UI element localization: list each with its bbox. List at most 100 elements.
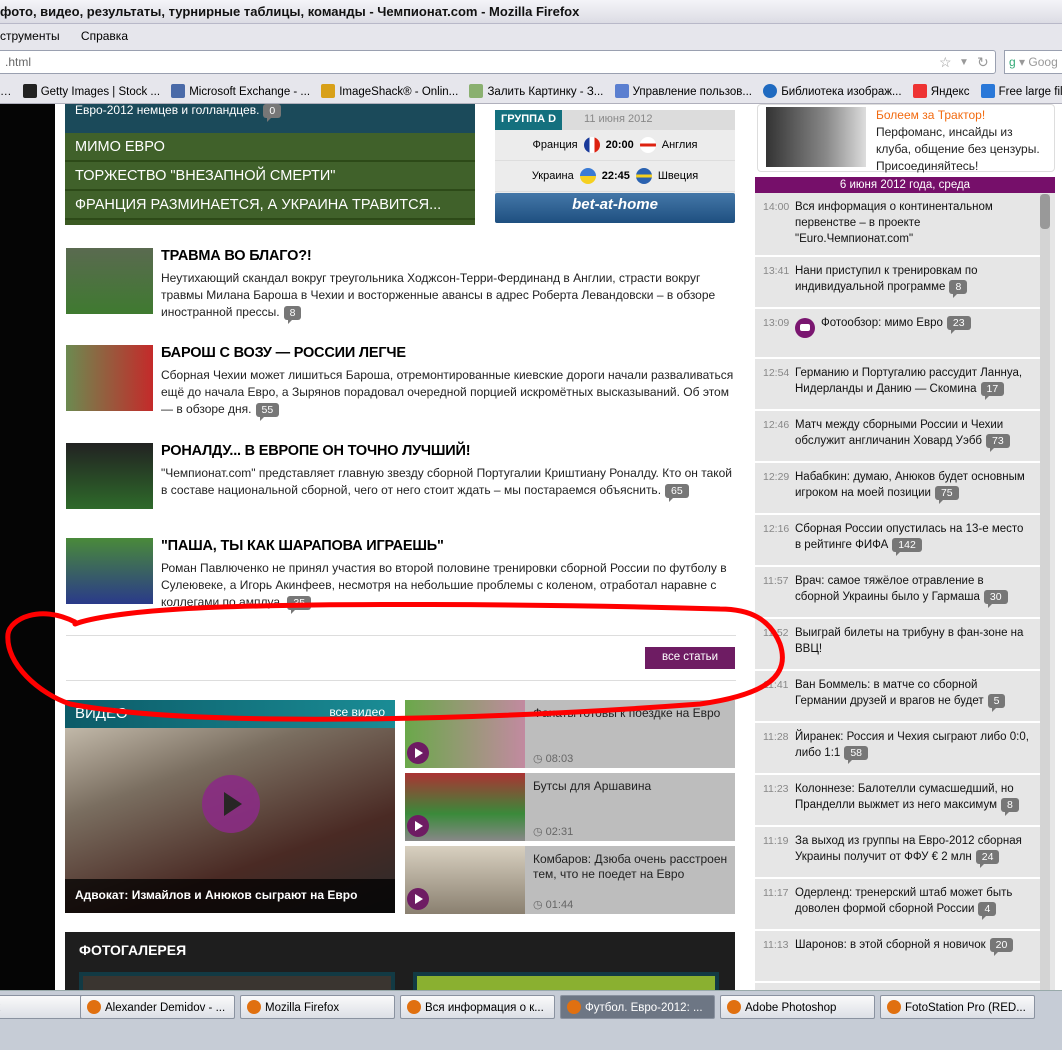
search-input[interactable]: g ▾ Goog	[1004, 50, 1062, 74]
feed-item[interactable]: 12:46 Матч между сборными России и Чехии …	[755, 411, 1040, 463]
comment-count-badge[interactable]: 8	[283, 306, 302, 324]
feed-headline[interactable]: Выиграй билеты на трибуну в фан-зоне на …	[795, 627, 1023, 655]
promo-image[interactable]	[766, 107, 866, 167]
promo-link[interactable]: Болеем за Трактор!	[876, 108, 985, 122]
group-label[interactable]: ГРУППА D	[495, 110, 563, 130]
comment-count-badge[interactable]: 58	[844, 746, 868, 764]
bookmark-zalit[interactable]: Залить Картинку - З...	[469, 84, 603, 98]
feed-scrollbar[interactable]	[1040, 194, 1050, 990]
gallery-photo[interactable]	[413, 972, 719, 990]
comment-count-badge[interactable]: 4	[978, 902, 997, 920]
article-thumbnail[interactable]	[66, 443, 153, 509]
taskbar-button[interactable]: Adobe Photoshop	[720, 995, 875, 1019]
feed-item[interactable]: 11:17 Одерленд: тренерский штаб может быт…	[755, 879, 1040, 931]
bookmark-getty[interactable]: Getty Images | Stock ...	[22, 84, 160, 98]
comment-count-badge[interactable]: 8	[949, 280, 968, 298]
comment-count-badge[interactable]: 142	[892, 538, 922, 556]
article-title[interactable]: ТРАВМА ВО БЛАГО?!	[161, 248, 736, 264]
comment-count-badge[interactable]: 8	[1001, 798, 1019, 816]
taskbar-button[interactable]: Alexander Demidov - ...	[80, 995, 235, 1019]
comment-count-badge[interactable]: 20	[989, 938, 1014, 956]
history-dropdown-icon[interactable]: ▼	[959, 57, 969, 68]
comment-count-badge[interactable]: 23	[946, 316, 971, 334]
feed-headline[interactable]: Колоннезе: Балотелли сумасшедший, но Пра…	[795, 783, 1014, 811]
bookmark-imageshack[interactable]: ImageShack® - Onlin...	[321, 84, 458, 98]
feed-item[interactable]: 11:19 За выход из группы на Евро-2012 сбо…	[755, 827, 1040, 879]
match-row[interactable]: Украина 22:45 Швеция	[495, 161, 735, 192]
taskbar-button[interactable]: Вся информация о к...	[400, 995, 555, 1019]
article-item[interactable]: ТРАВМА ВО БЛАГО?! Неутихающий скандал вок…	[66, 248, 736, 324]
menu-help[interactable]: Справка	[81, 29, 128, 43]
all-articles-button[interactable]: все статьи	[645, 647, 735, 669]
taskbar-button[interactable]: Mozilla Firefox	[240, 995, 395, 1019]
feed-headline[interactable]: Фотообзор: мимо Евро	[821, 317, 943, 329]
bookmark-exchange[interactable]: Microsoft Exchange - ...	[171, 84, 310, 98]
match-row[interactable]: Франция 20:00 Англия	[495, 130, 735, 161]
video-title[interactable]: Комбаров: Дзюба очень расстроен тем, что…	[533, 852, 729, 882]
feed-headline[interactable]: Врач: самое тяжёлое отравление в сборной…	[795, 575, 984, 603]
video-item[interactable]: Комбаров: Дзюба очень расстроен тем, что…	[405, 846, 735, 914]
article-thumbnail[interactable]	[66, 538, 153, 604]
taskbar-button[interactable]: FotoStation Pro (RED...	[880, 995, 1035, 1019]
feed-item[interactable]: 11:52 Выиграй билеты на трибуну в фан-зон…	[755, 619, 1040, 671]
comment-count-badge[interactable]: 65	[665, 484, 689, 502]
video-item[interactable]: Бутсы для Аршавина ◷ 02:31	[405, 773, 735, 841]
article-thumbnail[interactable]	[66, 345, 153, 411]
article-title[interactable]: "ПАША, ТЫ КАК ШАРАПОВА ИГРАЕШЬ"	[161, 538, 736, 554]
comment-count-badge[interactable]: 0	[263, 104, 282, 122]
comment-count-badge[interactable]: 30	[983, 590, 1008, 608]
comment-count-badge[interactable]: 24	[975, 850, 1000, 868]
scrollbar-thumb[interactable]	[1040, 194, 1050, 229]
main-video[interactable]: ВИДЕО все видео Адвокат: Измайлов и Анюко…	[65, 700, 395, 913]
promo-block[interactable]: Болеем за Трактор! Перфоманс, инсайды из…	[757, 104, 1055, 173]
video-item[interactable]: Фанаты готовы к поездке на Евро ◷ 08:03	[405, 700, 735, 768]
feed-item[interactable]: 14:00 Вся информация о континентальном пе…	[755, 193, 1040, 257]
feed-item[interactable]: 13:09 Фотообзор: мимо Евро 23	[755, 309, 1040, 359]
bookmark-library[interactable]: Библиотека изображ...	[763, 84, 902, 98]
comment-count-badge[interactable]: 75	[934, 486, 959, 504]
play-icon[interactable]	[202, 775, 260, 833]
article-title[interactable]: РОНАЛДУ... В ЕВРОПЕ ОН ТОЧНО ЛУЧШИЙ!	[161, 443, 736, 459]
feed-headline[interactable]: Йиранек: Россия и Чехия сыграют либо 0:0…	[795, 731, 1029, 759]
featured-link[interactable]: ФРАНЦИЯ РАЗМИНАЕТСЯ, А УКРАИНА ТРАВИТСЯ.…	[65, 191, 475, 220]
feed-item[interactable]: 12:16 Сборная России опустилась на 13-е м…	[755, 515, 1040, 567]
article-item[interactable]: БАРОШ С ВОЗУ — РОССИИ ЛЕГЧЕ Сборная Чехии…	[66, 345, 736, 421]
feed-item[interactable]: 11:41 Ван Боммель: в матче со сборной Гер…	[755, 671, 1040, 723]
feed-item[interactable]: 11:28 Йиранек: Россия и Чехия сыграют либ…	[755, 723, 1040, 775]
feed-headline[interactable]: Матч между сборными России и Чехии обслу…	[795, 419, 1003, 447]
all-videos-link[interactable]: все видео	[329, 705, 385, 723]
feed-item[interactable]: 11:57 Врач: самое тяжёлое отравление в сб…	[755, 567, 1040, 619]
bookmark-star-icon[interactable]: ☆	[939, 54, 952, 71]
feed-headline[interactable]: Набабкин: думаю, Анюков будет основным и…	[795, 471, 1025, 499]
article-item[interactable]: РОНАЛДУ... В ЕВРОПЕ ОН ТОЧНО ЛУЧШИЙ! "Чем…	[66, 443, 736, 509]
play-icon[interactable]	[407, 815, 429, 837]
article-thumbnail[interactable]	[66, 248, 153, 314]
feed-headline[interactable]: Ван Боммель: в матче со сборной Германии…	[795, 679, 984, 707]
taskbar-button[interactable]: Футбол. Евро-2012: ...	[560, 995, 715, 1019]
video-title[interactable]: Фанаты готовы к поездке на Евро	[533, 706, 729, 721]
feed-headline[interactable]: Вся информация о континентальном первенс…	[795, 201, 993, 245]
article-title[interactable]: БАРОШ С ВОЗУ — РОССИИ ЛЕГЧЕ	[161, 345, 736, 361]
comment-count-badge[interactable]: 5	[987, 694, 1006, 712]
featured-link[interactable]: МИМО ЕВРО	[65, 133, 475, 162]
bookmark-yandex[interactable]: Яндекс	[912, 84, 969, 98]
comment-count-badge[interactable]: 35	[287, 596, 312, 614]
feed-item[interactable]: 11:23 Колоннезе: Балотелли сумасшедший, н…	[755, 775, 1040, 827]
video-title[interactable]: Бутсы для Аршавина	[533, 779, 729, 794]
video-caption[interactable]: Адвокат: Измайлов и Анюков сыграют на Ев…	[65, 879, 395, 913]
play-icon[interactable]	[407, 742, 429, 764]
gallery-photo[interactable]	[79, 972, 395, 990]
feed-item[interactable]: 13:41 Нани приступил к тренировкам по инд…	[755, 257, 1040, 309]
featured-link[interactable]: ТОРЖЕСТВО "ВНЕЗАПНОЙ СМЕРТИ"	[65, 162, 475, 191]
feed-headline[interactable]: Шаронов: в этой сборной я новичок	[795, 939, 986, 951]
comment-count-badge[interactable]: 17	[980, 382, 1005, 400]
article-item[interactable]: "ПАША, ТЫ КАК ШАРАПОВА ИГРАЕШЬ" Роман Пав…	[66, 538, 736, 614]
comment-count-badge[interactable]: 55	[255, 403, 280, 421]
reload-icon[interactable]: ↻	[977, 54, 989, 71]
play-icon[interactable]	[407, 888, 429, 910]
comment-count-badge[interactable]: 73	[986, 434, 1010, 452]
bookmark-filehosting[interactable]: Free large file hosting	[980, 84, 1062, 98]
url-input[interactable]: .html ☆ ▼ ↻	[0, 50, 996, 74]
feed-item[interactable]: 12:54 Германию и Португалию рассудит Ланн…	[755, 359, 1040, 411]
bookmark-users[interactable]: Управление пользов...	[614, 84, 752, 98]
